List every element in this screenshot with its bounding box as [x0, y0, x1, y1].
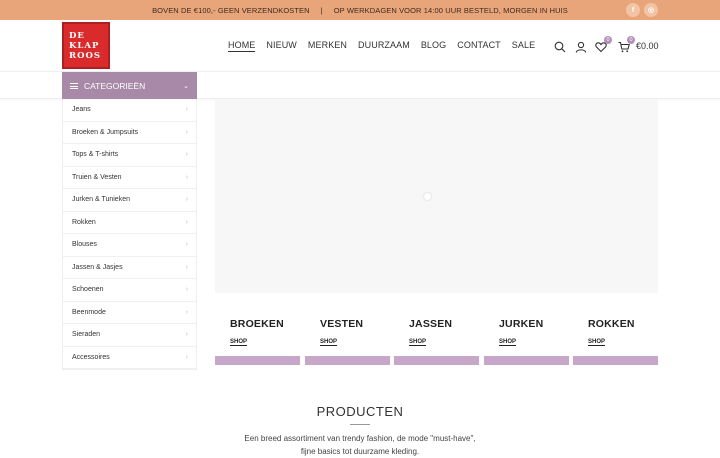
- products-intro-line-2: fijne basics tot duurzame kleding.: [300, 447, 420, 456]
- instagram-icon[interactable]: ◎: [644, 3, 658, 17]
- user-icon[interactable]: [575, 40, 589, 54]
- site-logo[interactable]: DE KLAP ROOS: [62, 22, 110, 69]
- wishlist-count-badge: 0: [604, 36, 612, 44]
- tile-title: VESTEN: [320, 318, 364, 330]
- chevron-right-icon: ›: [185, 286, 188, 294]
- tile-bar: [484, 356, 569, 365]
- products-heading: PRODUCTEN: [316, 404, 404, 419]
- chevron-right-icon: ›: [185, 331, 188, 339]
- nav-merken[interactable]: MERKEN: [308, 40, 347, 52]
- tile-title: JASSEN: [409, 318, 453, 330]
- tile-title: ROKKEN: [588, 318, 635, 330]
- category-tile-jurken[interactable]: JURKEN SHOP: [484, 318, 569, 366]
- nav-blog[interactable]: BLOG: [421, 40, 446, 52]
- facebook-icon[interactable]: f: [626, 3, 640, 17]
- tile-bar: [305, 356, 390, 365]
- site-header: DE KLAP ROOS HOME NIEUW MERKEN DUURZAAM …: [0, 20, 720, 72]
- category-tile-jassen[interactable]: JASSEN SHOP: [394, 318, 479, 366]
- category-item-broeken[interactable]: Broeken & Jumpsuits ›: [63, 122, 196, 144]
- heading-divider: [350, 424, 370, 425]
- category-label: Jassen & Jasjes: [72, 263, 123, 271]
- category-item-jurken[interactable]: Jurken & Tunieken ›: [63, 189, 196, 212]
- tile-bar: [215, 356, 300, 365]
- chevron-right-icon: ›: [185, 263, 188, 271]
- category-item-rokken[interactable]: Rokken ›: [63, 212, 196, 234]
- logo-line-2: KLAP: [69, 40, 100, 51]
- tile-bar: [573, 356, 658, 365]
- hero-slider[interactable]: [215, 99, 658, 293]
- category-label: Schoenen: [72, 286, 104, 294]
- categories-toggle[interactable]: CATEGORIEËN ⌄: [62, 72, 197, 99]
- tile-shop-link[interactable]: SHOP: [409, 339, 427, 346]
- delivery-text: OP WERKDAGEN VOOR 14:00 UUR BESTELD, MOR…: [333, 5, 568, 15]
- category-label: Accessoires: [72, 353, 110, 361]
- chevron-down-icon: ⌄: [183, 82, 189, 90]
- announcement-bar: BOVEN DE €100,- GEEN VERZENDKOSTEN | OP …: [0, 0, 720, 20]
- announcement-separator: |: [320, 5, 323, 15]
- products-intro-line-1: Een breed assortiment van trendy fashion…: [244, 434, 476, 443]
- category-label: Sieraden: [72, 331, 101, 339]
- tile-shop-link[interactable]: SHOP: [588, 339, 606, 346]
- heart-icon[interactable]: 0: [595, 36, 612, 54]
- nav-duurzaam[interactable]: DUURZAAM: [358, 40, 410, 52]
- tile-title: BROEKEN: [230, 318, 284, 330]
- tile-bar: [394, 356, 479, 365]
- logo-line-1: DE: [69, 30, 85, 41]
- search-icon[interactable]: [554, 40, 568, 54]
- category-label: Beenmode: [72, 308, 106, 316]
- tile-shop-link[interactable]: SHOP: [320, 339, 338, 346]
- category-label: Blouses: [72, 241, 97, 249]
- chevron-right-icon: ›: [185, 128, 188, 136]
- cart-icon[interactable]: 0: [618, 36, 635, 54]
- category-item-blouses[interactable]: Blouses ›: [63, 234, 196, 257]
- cart-total[interactable]: €0.00: [636, 41, 659, 51]
- category-label: Broeken & Jumpsuits: [72, 128, 139, 136]
- nav-nieuw[interactable]: NIEUW: [266, 40, 297, 52]
- chevron-right-icon: ›: [185, 308, 188, 316]
- chevron-right-icon: ›: [185, 173, 188, 181]
- chevron-right-icon: ›: [185, 241, 188, 249]
- category-label: Rokken: [72, 218, 96, 226]
- category-label: Tops & T-shirts: [72, 151, 119, 159]
- tile-shop-link[interactable]: SHOP: [230, 339, 248, 346]
- category-list: Jeans › Broeken & Jumpsuits › Tops & T-shi…: [62, 99, 197, 370]
- category-item-jassen[interactable]: Jassen & Jasjes ›: [63, 257, 196, 279]
- category-item-jeans[interactable]: Jeans ›: [63, 99, 196, 122]
- nav-contact[interactable]: CONTACT: [457, 40, 501, 52]
- category-item-beenmode[interactable]: Beenmode ›: [63, 302, 196, 324]
- menu-icon: [70, 82, 78, 89]
- chevron-right-icon: ›: [185, 218, 188, 226]
- main-nav: HOME NIEUW MERKEN DUURZAAM BLOG CONTACT …: [228, 40, 546, 52]
- slider-loading-indicator: [424, 193, 431, 200]
- category-tile-broeken[interactable]: BROEKEN SHOP: [215, 318, 300, 366]
- chevron-right-icon: ›: [185, 196, 188, 204]
- free-shipping-text: BOVEN DE €100,- GEEN VERZENDKOSTEN: [152, 5, 310, 15]
- cart-count-badge: 0: [627, 36, 635, 44]
- category-tile-vesten[interactable]: VESTEN SHOP: [305, 318, 390, 366]
- category-item-sieraden[interactable]: Sieraden ›: [63, 324, 196, 347]
- category-item-tops[interactable]: Tops & T-shirts ›: [63, 144, 196, 167]
- category-label: Jeans: [72, 106, 91, 114]
- chevron-right-icon: ›: [185, 106, 188, 114]
- category-tile-rokken[interactable]: ROKKEN SHOP: [573, 318, 658, 366]
- nav-sale[interactable]: SALE: [512, 40, 535, 52]
- chevron-right-icon: ›: [185, 151, 188, 159]
- products-intro: Een breed assortiment van trendy fashion…: [0, 432, 720, 458]
- category-label: Jurken & Tunieken: [72, 196, 130, 204]
- nav-home[interactable]: HOME: [228, 40, 256, 52]
- category-item-truien[interactable]: Truien & Vesten ›: [63, 167, 196, 189]
- categories-title: CATEGORIEËN: [84, 80, 146, 91]
- chevron-right-icon: ›: [185, 353, 188, 361]
- category-label: Truien & Vesten: [72, 173, 122, 181]
- logo-line-3: ROOS: [69, 50, 102, 61]
- category-item-accessoires[interactable]: Accessoires ›: [63, 347, 196, 369]
- category-item-schoenen[interactable]: Schoenen ›: [63, 279, 196, 302]
- tile-shop-link[interactable]: SHOP: [499, 339, 517, 346]
- tile-title: JURKEN: [499, 318, 544, 330]
